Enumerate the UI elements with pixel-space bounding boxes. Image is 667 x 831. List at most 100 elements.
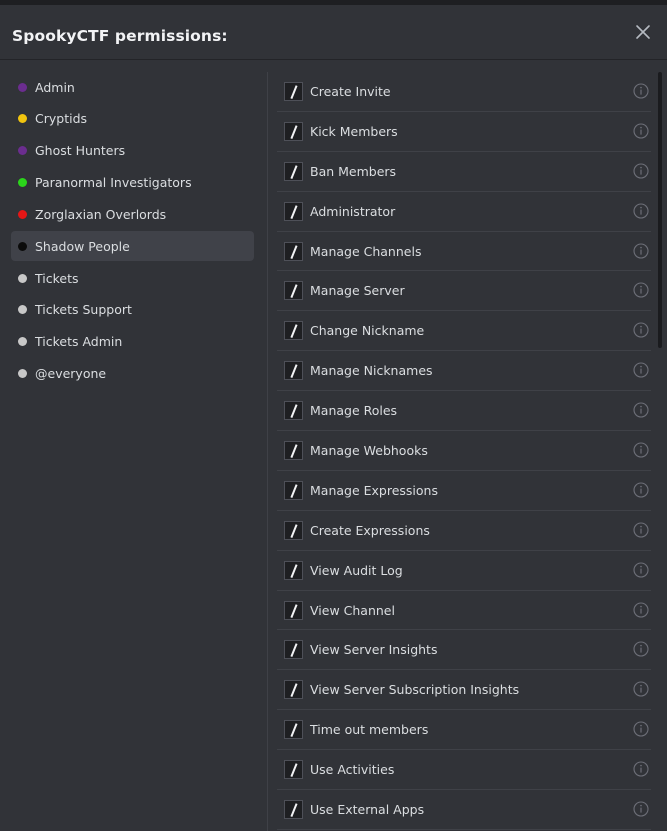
role-label: Tickets — [35, 270, 79, 286]
permission-row: Manage Webhooks — [277, 431, 651, 471]
info-icon[interactable] — [633, 641, 649, 658]
neutral-slash-icon[interactable] — [284, 560, 303, 580]
permission-row: Kick Members — [277, 112, 651, 152]
info-icon[interactable] — [633, 761, 649, 777]
role-item[interactable]: Shadow People — [11, 231, 254, 262]
info-icon[interactable] — [633, 402, 649, 418]
role-label: Admin — [35, 79, 75, 95]
close-icon — [636, 25, 650, 39]
role-color-dot — [18, 305, 27, 315]
info-icon[interactable] — [633, 163, 649, 179]
neutral-slash-icon[interactable] — [284, 401, 303, 421]
role-label: Cryptids — [35, 111, 88, 127]
info-icon[interactable] — [633, 681, 649, 697]
info-icon[interactable] — [633, 562, 649, 578]
role-label: Tickets Admin — [35, 334, 123, 350]
role-item[interactable]: Tickets Admin — [11, 327, 254, 357]
info-icon[interactable] — [633, 282, 649, 299]
neutral-slash-icon[interactable] — [284, 161, 303, 181]
permission-row: Manage Nicknames — [277, 351, 651, 392]
permission-row: Ban Members — [277, 152, 651, 192]
role-color-dot — [18, 369, 27, 379]
permission-label: View Server Subscription Insights — [310, 682, 520, 698]
info-icon[interactable] — [633, 123, 649, 139]
role-list: Admin Cryptids Ghost Hunters Paranormal Inv… — [11, 72, 254, 390]
permission-row: Administrator — [277, 192, 651, 232]
permission-row: View Channel — [277, 591, 651, 631]
permission-label: View Audit Log — [310, 562, 403, 578]
dialog-header: SpookyCTF permissions: — [0, 5, 667, 60]
neutral-slash-icon[interactable] — [284, 799, 303, 819]
role-label: Ghost Hunters — [35, 143, 126, 159]
neutral-slash-icon[interactable] — [284, 81, 303, 101]
neutral-slash-icon[interactable] — [284, 720, 303, 740]
info-icon[interactable] — [633, 522, 649, 538]
neutral-slash-icon[interactable] — [284, 321, 303, 341]
permission-row: Use External Apps — [277, 790, 651, 830]
role-item[interactable]: Admin — [11, 72, 254, 102]
role-color-dot — [18, 273, 27, 283]
neutral-slash-icon[interactable] — [284, 680, 303, 700]
permission-label: Ban Members — [310, 163, 397, 179]
info-icon[interactable] — [633, 243, 649, 259]
neutral-slash-icon[interactable] — [284, 640, 303, 660]
info-icon[interactable] — [633, 801, 649, 817]
role-color-dot — [18, 114, 27, 124]
role-item[interactable]: Zorglaxian Overlords — [11, 199, 254, 229]
permission-label: View Channel — [310, 602, 395, 618]
role-item[interactable]: Ghost Hunters — [11, 136, 254, 166]
permission-label: View Server Insights — [310, 642, 438, 658]
permission-row: Manage Roles — [277, 391, 651, 432]
permission-row: Change Nickname — [277, 311, 651, 352]
permission-label: Kick Members — [310, 123, 398, 139]
neutral-slash-icon[interactable] — [284, 281, 303, 301]
role-label: Paranormal Investigators — [35, 175, 192, 191]
info-icon[interactable] — [633, 442, 649, 458]
role-color-dot — [18, 241, 27, 251]
neutral-slash-icon[interactable] — [284, 760, 303, 780]
neutral-slash-icon[interactable] — [284, 520, 303, 540]
permission-row: Manage Channels — [277, 232, 651, 272]
permission-label: Administrator — [310, 203, 396, 219]
permission-label: Manage Expressions — [310, 482, 438, 498]
role-color-dot — [18, 337, 27, 347]
info-icon[interactable] — [633, 203, 649, 219]
role-item[interactable]: Paranormal Investigators — [11, 168, 254, 198]
permission-label: Use External Apps — [310, 801, 425, 817]
column-divider — [267, 72, 268, 831]
neutral-slash-icon[interactable] — [284, 600, 303, 620]
permission-label: Change Nickname — [310, 323, 425, 339]
permission-label: Create Invite — [310, 83, 391, 99]
role-color-dot — [18, 82, 27, 92]
role-item[interactable]: Tickets Support — [11, 295, 254, 325]
role-color-dot — [18, 209, 27, 219]
info-icon[interactable] — [633, 721, 649, 737]
neutral-slash-icon[interactable] — [284, 440, 303, 460]
info-icon[interactable] — [633, 322, 649, 338]
role-label: Shadow People — [35, 238, 130, 254]
info-icon[interactable] — [633, 482, 649, 498]
role-color-dot — [18, 178, 27, 188]
role-item[interactable]: Cryptids — [11, 104, 254, 134]
neutral-slash-icon[interactable] — [284, 480, 303, 500]
role-item[interactable]: @everyone — [11, 359, 254, 389]
permission-list-scrollbar[interactable] — [658, 72, 662, 348]
neutral-slash-icon[interactable] — [284, 241, 303, 261]
neutral-slash-icon[interactable] — [284, 361, 303, 381]
role-label: Tickets Support — [35, 302, 132, 318]
permission-row: Manage Expressions — [277, 471, 651, 511]
info-icon[interactable] — [633, 602, 649, 618]
permission-row: View Server Subscription Insights — [277, 670, 651, 711]
neutral-slash-icon[interactable] — [284, 121, 303, 141]
permission-label: Manage Nicknames — [310, 363, 433, 379]
permission-label: Use Activities — [310, 762, 395, 778]
permission-row: Create Expressions — [277, 511, 651, 551]
dialog-body: Admin Cryptids Ghost Hunters Paranormal Inv… — [0, 60, 667, 831]
permission-row: View Server Insights — [277, 630, 651, 671]
info-icon[interactable] — [633, 83, 649, 99]
info-icon[interactable] — [633, 362, 649, 378]
role-color-dot — [18, 146, 27, 156]
close-button[interactable] — [634, 23, 652, 41]
role-item[interactable]: Tickets — [11, 263, 254, 293]
neutral-slash-icon[interactable] — [284, 201, 303, 221]
